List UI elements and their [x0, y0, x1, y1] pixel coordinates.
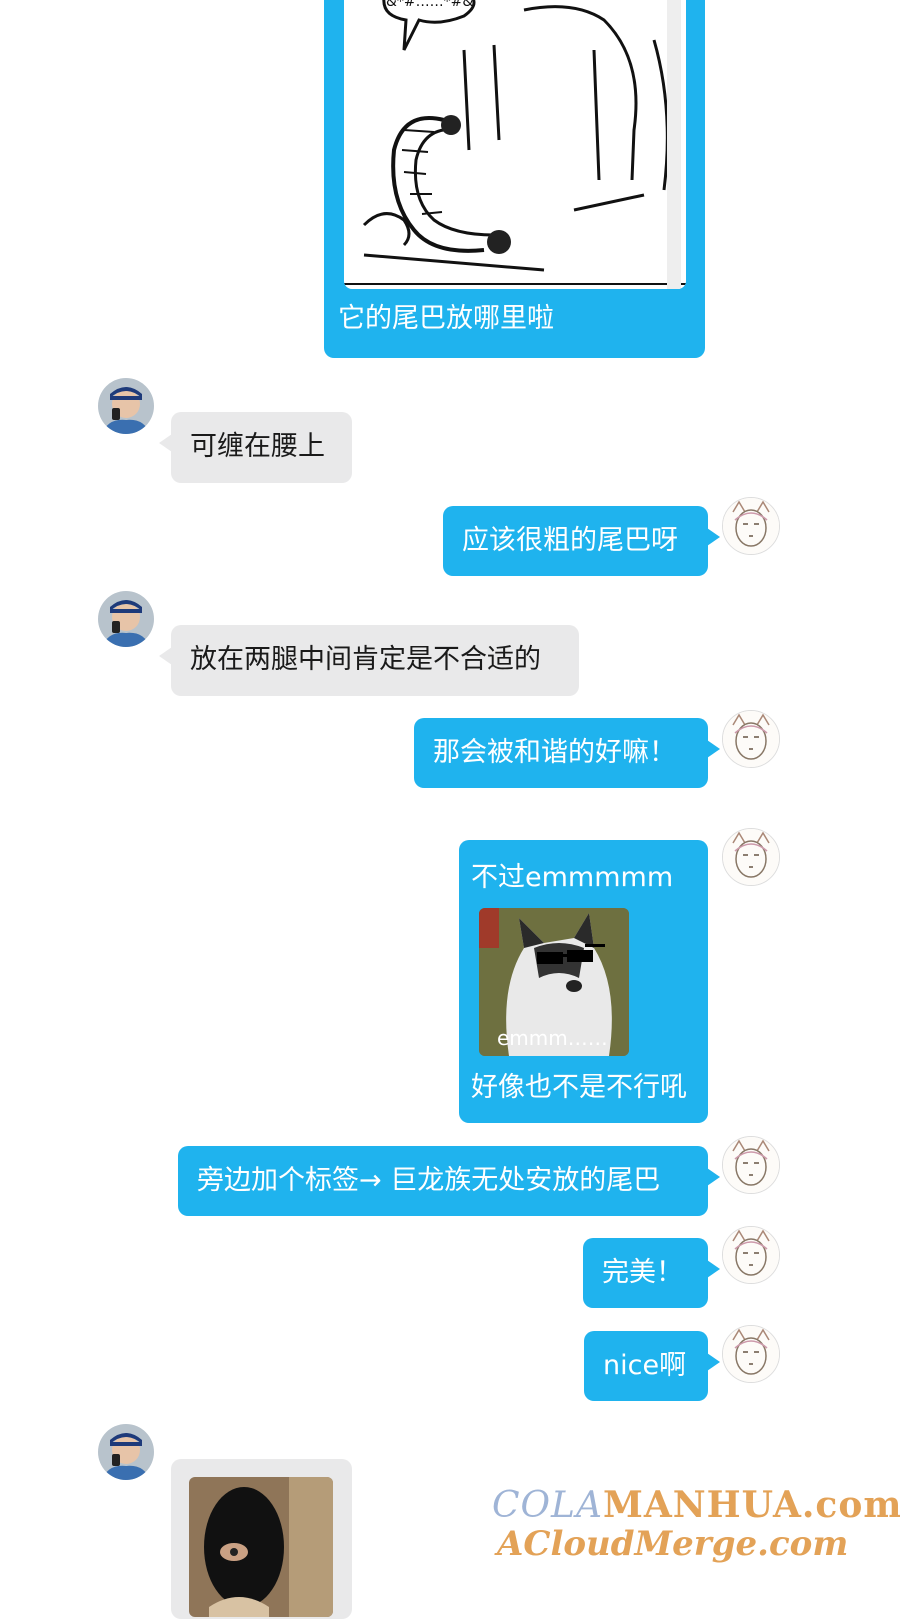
avatar-them[interactable] — [98, 1424, 154, 1480]
masked-dog-icon — [189, 1477, 333, 1617]
message-text: 可缠在腰上 — [190, 431, 325, 462]
sketch-girl-avatar-icon — [723, 1227, 779, 1283]
message-text: nice啊 — [603, 1350, 687, 1381]
avatar-me[interactable] — [722, 710, 780, 768]
elderly-man-avatar-icon — [98, 1424, 154, 1480]
sketch-girl-avatar-icon — [723, 1137, 779, 1193]
avatar-me[interactable] — [722, 1226, 780, 1284]
watermark-line2: ACloudMerge.com — [497, 1524, 849, 1564]
message-text: 完美！ — [602, 1257, 683, 1288]
message-bubble-me[interactable]: 应该很粗的尾巴呀 — [443, 506, 720, 576]
watermark-com: .com — [801, 1484, 900, 1526]
husky-meme-image[interactable]: emmm…… — [479, 908, 629, 1056]
masked-dog-image[interactable] — [189, 1477, 333, 1617]
watermark-manhua: MANHUA — [602, 1484, 802, 1526]
message-text-bottom: 好像也不是不行吼 — [471, 1072, 687, 1103]
message-text-top: 不过emmmmm — [471, 862, 674, 893]
sketch-drawing-icon — [344, 0, 686, 289]
avatar-them[interactable] — [98, 378, 154, 434]
message-text: 应该很粗的尾巴呀 — [462, 525, 678, 556]
message-bubble-them[interactable]: 可缠在腰上 — [159, 412, 352, 483]
avatar-them[interactable] — [98, 591, 154, 647]
message-bubble-me[interactable]: 完美！ — [583, 1238, 720, 1308]
elderly-man-avatar-icon — [98, 378, 154, 434]
avatar-me[interactable] — [722, 497, 780, 555]
message-bubble-them-image[interactable] — [171, 1459, 352, 1619]
message-text: 那会被和谐的好嘛！ — [433, 737, 676, 768]
sketch-speech-text: &*#……*#& — [386, 0, 474, 10]
meme-caption: emmm…… — [497, 1026, 608, 1050]
message-bubble-them[interactable]: 放在两腿中间肯定是不合适的 — [159, 625, 579, 696]
message-bubble-me[interactable]: 旁边加个标签→ 巨龙族无处安放的尾巴 — [178, 1146, 720, 1216]
message-text: 旁边加个标签→ 巨龙族无处安放的尾巴 — [197, 1165, 661, 1196]
sketch-girl-avatar-icon — [723, 498, 779, 554]
watermark-cola: COLA — [492, 1485, 603, 1526]
avatar-me[interactable] — [722, 1136, 780, 1194]
sketch-girl-avatar-icon — [723, 711, 779, 767]
avatar-me[interactable] — [722, 828, 780, 886]
elderly-man-avatar-icon — [98, 591, 154, 647]
message-bubble-me-mixed[interactable]: 不过emmmmm emmm…… 好像也不是不行吼 — [459, 840, 708, 1123]
drawing-image[interactable]: &*#……*#& — [344, 0, 686, 289]
message-bubble-me[interactable]: 那会被和谐的好嘛！ — [414, 718, 720, 788]
message-text: 放在两腿中间肯定是不合适的 — [190, 644, 541, 675]
avatar-me[interactable] — [722, 1325, 780, 1383]
watermark-line1: COLAMANHUA.com — [492, 1484, 900, 1526]
message-bubble-me[interactable]: nice啊 — [584, 1331, 720, 1401]
message-caption: 它的尾巴放哪里啦 — [338, 303, 554, 334]
sketch-girl-avatar-icon — [723, 829, 779, 885]
sketch-girl-avatar-icon — [723, 1326, 779, 1382]
message-bubble-image-caption[interactable]: &*#……*#& 它的尾巴放哪里啦 — [324, 0, 705, 358]
